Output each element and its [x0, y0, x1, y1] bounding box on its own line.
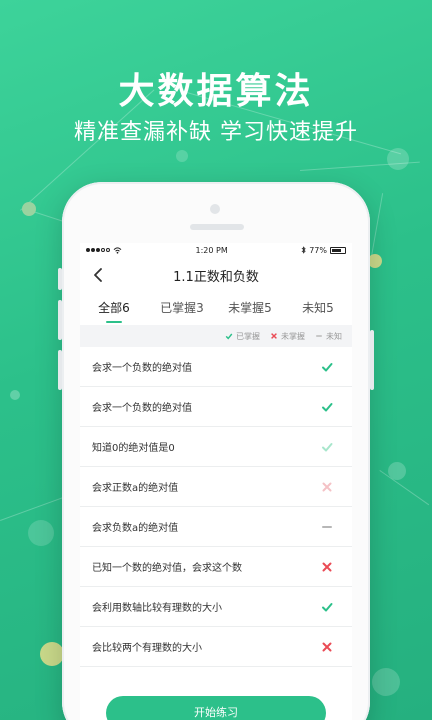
bg-bubble	[372, 668, 400, 696]
cross-icon	[320, 640, 334, 654]
back-button[interactable]	[88, 265, 108, 285]
status-time: 1:20 PM	[195, 245, 228, 255]
bg-bubble	[368, 254, 382, 268]
list-item-label: 已知一个数的绝对值，会求这个数	[92, 563, 242, 574]
battery-fill	[331, 248, 342, 252]
status-legend: 已掌握 未掌握 未知	[80, 325, 352, 347]
legend-label: 已掌握	[236, 331, 260, 341]
legend-mastered: 已掌握	[225, 331, 260, 342]
list-item-label: 会求一个负数的绝对值	[92, 363, 192, 374]
subline: 精准查漏补缺 学习快速提升	[74, 120, 358, 145]
legend-unknown: 未知	[315, 331, 342, 342]
tab-not-mastered[interactable]: 未掌握5	[216, 293, 284, 325]
nav-bar: 1.1正数和负数	[80, 257, 352, 293]
check-icon	[320, 360, 334, 374]
chevron-left-icon	[94, 268, 102, 282]
bg-bubble	[387, 148, 409, 170]
legend-label: 未知	[326, 331, 342, 341]
check-icon	[320, 440, 334, 454]
battery-icon	[329, 246, 346, 254]
bg-bubble	[22, 202, 36, 216]
list-item[interactable]: 会求负数a的绝对值	[80, 507, 352, 547]
phone-side-button	[370, 330, 374, 390]
dash-icon	[316, 335, 322, 337]
headline: 大数据算法	[118, 71, 314, 112]
list-item[interactable]: 已知一个数的绝对值，会求这个数	[80, 547, 352, 587]
battery-percent: 77%	[309, 245, 327, 255]
bg-bubble	[176, 150, 188, 162]
wifi-icon	[113, 246, 122, 254]
start-practice-button[interactable]: 开始练习	[106, 696, 326, 720]
list-item-label: 会比较两个有理数的大小	[92, 643, 202, 654]
check-icon	[320, 400, 334, 414]
list-item-label: 会求负数a的绝对值	[92, 523, 179, 534]
legend-label: 未掌握	[281, 331, 305, 341]
status-bar: 1:20 PM 77%	[80, 243, 352, 257]
knowledge-point-list: 会求一个负数的绝对值 会求一个负数的绝对值 知道0的绝对值是0 会求正数a的绝对值 会求…	[80, 347, 352, 667]
list-item-label: 会利用数轴比较有理数的大小	[92, 603, 222, 614]
app-screen: 1:20 PM 77% 1.1正数和负数 全部6 已掌握3 未掌握5 未知5 已…	[80, 243, 352, 720]
bg-bubble	[40, 642, 64, 666]
cross-icon	[271, 333, 277, 339]
dash-icon	[320, 520, 334, 534]
bg-bubble	[28, 520, 54, 546]
list-item[interactable]: 会求一个负数的绝对值	[80, 387, 352, 427]
bg-line	[370, 193, 384, 263]
phone-side-button	[58, 350, 62, 390]
bg-bubble	[388, 462, 406, 480]
tab-all[interactable]: 全部6	[80, 293, 148, 325]
tab-unknown[interactable]: 未知5	[284, 293, 352, 325]
phone-side-button	[58, 268, 62, 290]
legend-not-mastered: 未掌握	[270, 331, 305, 342]
tab-mastered[interactable]: 已掌握3	[148, 293, 216, 325]
cross-icon	[320, 480, 334, 494]
phone-camera	[210, 204, 220, 214]
list-item[interactable]: 知道0的绝对值是0	[80, 427, 352, 467]
bg-bubble	[10, 390, 20, 400]
list-item[interactable]: 会利用数轴比较有理数的大小	[80, 587, 352, 627]
phone-side-button	[58, 300, 62, 340]
list-item-label: 会求正数a的绝对值	[92, 483, 179, 494]
list-item[interactable]: 会求一个负数的绝对值	[80, 347, 352, 387]
list-item[interactable]: 会求正数a的绝对值	[80, 467, 352, 507]
bluetooth-icon	[301, 246, 306, 254]
filter-tabs: 全部6 已掌握3 未掌握5 未知5	[80, 293, 352, 325]
check-icon	[225, 333, 233, 340]
cross-icon	[320, 560, 334, 574]
check-icon	[320, 600, 334, 614]
list-item-label: 会求一个负数的绝对值	[92, 403, 192, 414]
page-title: 1.1正数和负数	[173, 269, 259, 285]
signal-icon	[86, 248, 110, 252]
list-item[interactable]: 会比较两个有理数的大小	[80, 627, 352, 667]
list-item-label: 知道0的绝对值是0	[92, 443, 175, 454]
phone-speaker	[190, 224, 244, 230]
